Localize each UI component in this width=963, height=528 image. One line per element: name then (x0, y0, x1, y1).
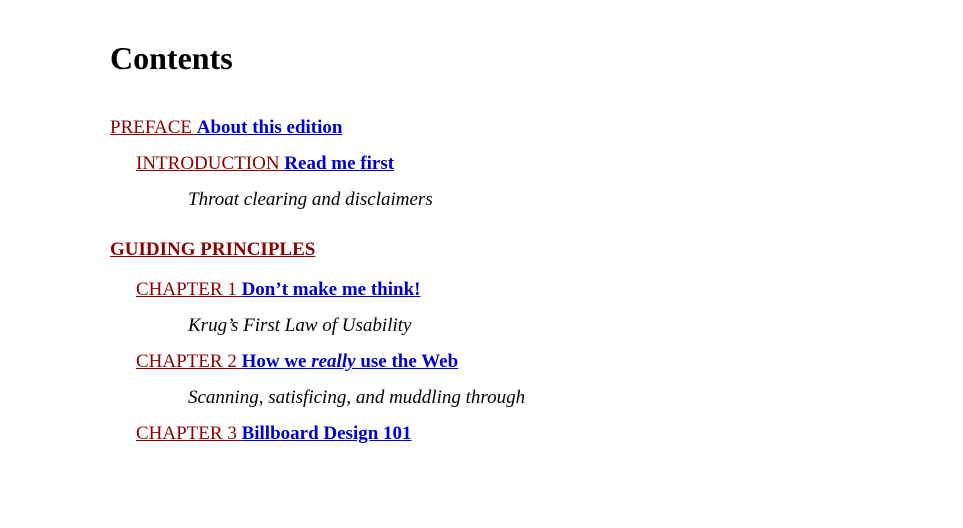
toc-entry-preface: PREFACE About this edition (110, 117, 963, 139)
preface-label-link[interactable]: PREFACE (110, 117, 197, 138)
chapter2-label-link[interactable]: CHAPTER 2 (136, 351, 242, 372)
chapter2-title-link[interactable]: How we really use the Web (242, 351, 459, 372)
guiding-principles-link[interactable]: GUIDING PRINCIPLES (110, 239, 315, 260)
chapter2-title-post: use the Web (356, 351, 459, 372)
chapter3-label-link[interactable]: CHAPTER 3 (136, 423, 242, 444)
preface-label: PREFACE (110, 117, 192, 138)
chapter2-subtitle: Scanning, satisficing, and muddling thro… (188, 387, 963, 409)
contents-heading: Contents (110, 40, 963, 77)
chapter1-title-link[interactable]: Don’t make me think! (242, 279, 421, 300)
toc-entry-chapter-3: CHAPTER 3 Billboard Design 101 (136, 423, 963, 445)
toc-section-guiding-principles: GUIDING PRINCIPLES (110, 239, 963, 261)
introduction-label-link[interactable]: INTRODUCTION (136, 153, 284, 174)
chapter3-label: CHAPTER 3 (136, 423, 237, 444)
chapter3-title-link[interactable]: Billboard Design 101 (242, 423, 412, 444)
introduction-title-link[interactable]: Read me first (284, 153, 394, 174)
chapter1-label-link[interactable]: CHAPTER 1 (136, 279, 242, 300)
chapter2-title-em: really (311, 351, 355, 372)
introduction-label: INTRODUCTION (136, 153, 280, 174)
toc-entry-chapter-2: CHAPTER 2 How we really use the Web (136, 351, 963, 373)
chapter1-label: CHAPTER 1 (136, 279, 237, 300)
introduction-subtitle: Throat clearing and disclaimers (188, 189, 963, 211)
chapter2-label: CHAPTER 2 (136, 351, 237, 372)
toc-entry-introduction: INTRODUCTION Read me first (136, 153, 963, 175)
chapter1-subtitle: Krug’s First Law of Usability (188, 315, 963, 337)
toc-entry-chapter-1: CHAPTER 1 Don’t make me think! (136, 279, 963, 301)
preface-title-link[interactable]: About this edition (197, 117, 343, 138)
chapter2-title-pre: How we (242, 351, 312, 372)
